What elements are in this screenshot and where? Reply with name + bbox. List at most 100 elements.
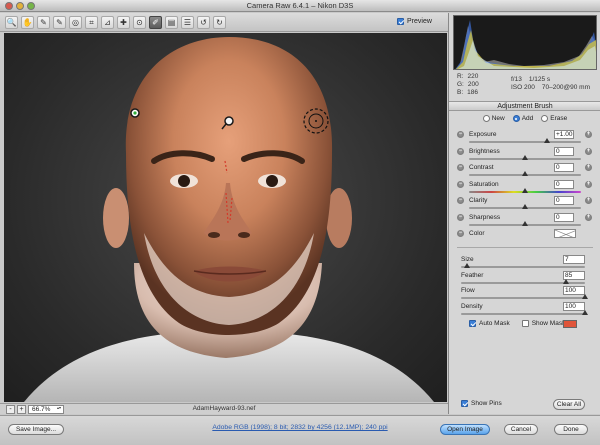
- saturation-value-field[interactable]: 0: [554, 179, 574, 189]
- clarity-slider[interactable]: [469, 204, 581, 209]
- sharpness-slider[interactable]: [469, 220, 581, 226]
- show-mask-checkbox[interactable]: [521, 320, 529, 327]
- brightness-slider[interactable]: [469, 154, 581, 160]
- r-label: R:: [457, 73, 464, 80]
- b-label: B:: [457, 89, 464, 96]
- exposure-row: − Exposure +1.00 +: [449, 130, 600, 147]
- exposure-value-field[interactable]: +1.00: [554, 130, 574, 139]
- clarity-slider-thumb[interactable]: [522, 204, 528, 209]
- exposure-label: Exposure: [469, 131, 497, 138]
- contrast-minus-button[interactable]: −: [457, 164, 464, 171]
- straighten-tool[interactable]: ⊿: [101, 16, 114, 29]
- feather-slider-thumb[interactable]: [563, 278, 570, 284]
- color-swatch-button[interactable]: [554, 229, 576, 238]
- color-sampler-tool[interactable]: ✎: [53, 16, 66, 29]
- preview-toggle[interactable]: Preview: [397, 18, 432, 25]
- zoom-window-button[interactable]: [27, 2, 35, 10]
- contrast-value-field[interactable]: 0: [554, 163, 574, 172]
- show-pins-checkbox[interactable]: [461, 400, 468, 407]
- preferences-tool[interactable]: ☰: [181, 16, 194, 29]
- auto-mask-label: Auto Mask: [479, 320, 510, 327]
- density-slider-thumb[interactable]: [582, 309, 588, 315]
- adjustment-brush-tool[interactable]: ✐: [149, 16, 162, 29]
- clarity-minus-button[interactable]: −: [457, 197, 464, 204]
- brightness-minus-button[interactable]: −: [457, 147, 464, 155]
- show-pins-label: Show Pins: [471, 400, 502, 407]
- open-image-button[interactable]: Open Image: [440, 424, 490, 435]
- hand-tool[interactable]: ✋: [21, 16, 34, 29]
- density-label: Density: [461, 302, 483, 310]
- g-label: G:: [457, 81, 464, 88]
- exposure-slider[interactable]: [469, 138, 581, 143]
- mode-radio[interactable]: [482, 115, 490, 122]
- brightness-slider-thumb[interactable]: [522, 154, 528, 160]
- flow-slider-thumb[interactable]: [582, 294, 588, 299]
- exposure-minus-button[interactable]: −: [457, 131, 464, 138]
- sharpness-plus-button[interactable]: +: [585, 213, 592, 221]
- rotate-left-tool[interactable]: ↺: [197, 16, 210, 29]
- mode-label: New: [491, 115, 505, 122]
- crop-tool[interactable]: ⌗: [85, 16, 98, 29]
- sharpness-value-field[interactable]: 0: [554, 212, 574, 222]
- divider: [457, 247, 593, 248]
- contrast-slider-thumb[interactable]: [522, 171, 528, 176]
- feather-slider[interactable]: [461, 278, 585, 284]
- red-eye-tool[interactable]: ⊙: [133, 16, 146, 29]
- zoom-tool[interactable]: 🔍: [5, 16, 18, 29]
- color-label: Color: [469, 230, 485, 237]
- sharpness-slider-thumb[interactable]: [522, 220, 528, 226]
- cancel-button[interactable]: Cancel: [504, 424, 538, 435]
- density-slider[interactable]: [461, 309, 588, 315]
- contrast-slider[interactable]: [469, 171, 581, 176]
- mode-erase[interactable]: Erase: [541, 115, 567, 122]
- pins-row: Show Pins Clear All: [449, 398, 600, 412]
- targeted-adjustment-tool[interactable]: ◎: [69, 16, 82, 29]
- mode-label: Erase: [550, 115, 568, 122]
- minimize-window-button[interactable]: [16, 2, 24, 10]
- g-value: 200: [467, 81, 479, 88]
- clarity-label: Clarity: [469, 197, 488, 204]
- brightness-value-field[interactable]: 0: [554, 146, 574, 156]
- clarity-plus-button[interactable]: +: [585, 197, 592, 204]
- exposure-slider-thumb[interactable]: [544, 138, 551, 143]
- spot-removal-tool[interactable]: ✚: [117, 16, 130, 29]
- exposure-plus-button[interactable]: +: [585, 131, 592, 138]
- close-window-button[interactable]: [5, 2, 13, 10]
- saturation-slider-thumb[interactable]: [522, 187, 528, 193]
- sharpness-minus-button[interactable]: −: [457, 213, 464, 221]
- adjustment-pin[interactable]: [224, 116, 234, 126]
- mode-new[interactable]: New: [482, 115, 505, 122]
- contrast-label: Contrast: [469, 164, 494, 171]
- size-label: Size: [461, 256, 474, 263]
- rotate-right-tool[interactable]: ↻: [213, 16, 226, 29]
- contrast-plus-button[interactable]: +: [585, 164, 592, 171]
- mode-add[interactable]: Add: [512, 115, 533, 122]
- flow-slider[interactable]: [461, 294, 588, 299]
- aperture-value: f/13: [511, 76, 522, 83]
- clear-all-button[interactable]: Clear All: [553, 399, 585, 410]
- right-panel: R: 220 G: 200 B: 186 f/13 1/125 s ISO 200 70–…: [448, 13, 600, 414]
- color-minus-button[interactable]: −: [457, 230, 464, 237]
- preview-checkbox[interactable]: [397, 18, 404, 25]
- mode-radio[interactable]: [541, 115, 549, 122]
- mode-radio[interactable]: [512, 115, 520, 122]
- size-slider[interactable]: [461, 263, 585, 268]
- saturation-slider[interactable]: [469, 187, 581, 193]
- brightness-plus-button[interactable]: +: [585, 147, 592, 155]
- size-slider-thumb[interactable]: [464, 263, 471, 268]
- window-titlebar: Camera Raw 6.4.1 – Nikon D3S: [0, 0, 600, 12]
- lens-value: 70–200@90 mm: [541, 84, 591, 91]
- r-value: 220: [467, 73, 479, 80]
- done-button[interactable]: Done: [554, 424, 588, 435]
- flow-label: Flow: [461, 287, 475, 294]
- contrast-row: − Contrast 0 +: [449, 163, 600, 180]
- saturation-minus-button[interactable]: −: [457, 180, 464, 188]
- size-value-field[interactable]: 7: [563, 255, 585, 264]
- saturation-plus-button[interactable]: +: [585, 180, 592, 188]
- auto-mask-checkbox[interactable]: [469, 320, 476, 327]
- image-preview-canvas[interactable]: [4, 33, 447, 402]
- white-balance-tool[interactable]: ✎: [37, 16, 50, 29]
- clarity-value-field[interactable]: 0: [554, 196, 574, 205]
- mask-color-swatch[interactable]: [563, 320, 577, 328]
- graduated-filter-tool[interactable]: ▤: [165, 16, 178, 29]
